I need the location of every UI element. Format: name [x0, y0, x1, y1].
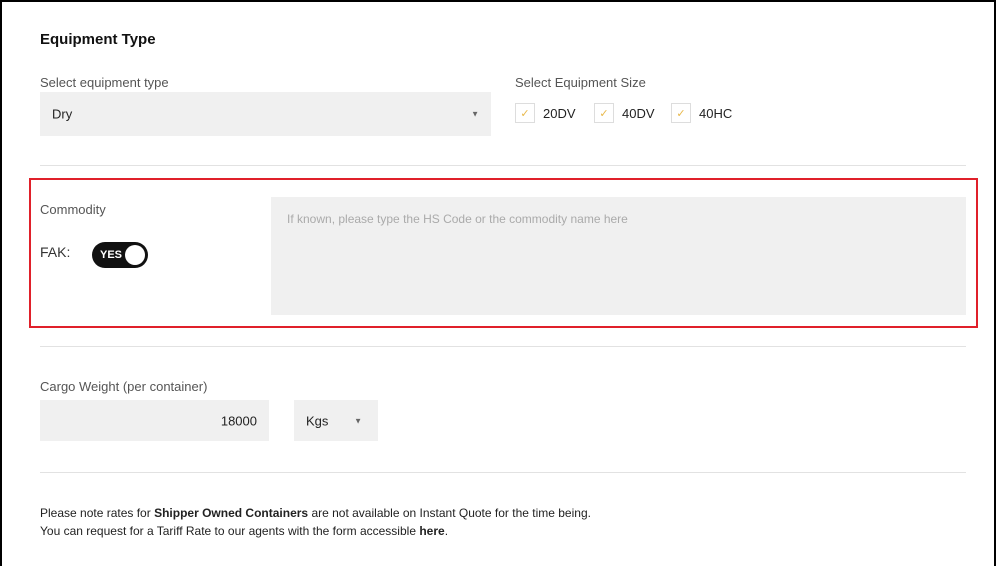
chevron-down-icon: ▼	[471, 109, 479, 119]
divider	[40, 472, 966, 473]
fak-label: FAK:	[40, 244, 71, 260]
cargo-weight-input[interactable]: 18000	[40, 400, 269, 441]
weight-unit-select[interactable]: Kgs ▼	[294, 400, 378, 441]
chevron-down-icon: ▼	[354, 416, 362, 425]
size-option-40dv[interactable]: ✓ 40DV	[594, 103, 655, 123]
note-text: .	[444, 524, 449, 538]
cargo-weight-label: Cargo Weight (per container)	[40, 379, 208, 394]
section-title-equipment: Equipment Type	[40, 31, 156, 48]
size-option-20dv[interactable]: ✓ 20DV	[515, 103, 576, 123]
note-text: are not available on Instant Quote for t…	[308, 506, 591, 520]
commodity-input[interactable]: If known, please type the HS Code or the…	[271, 197, 966, 315]
check-icon: ✓	[676, 107, 686, 120]
note-bold-text: Shipper Owned Containers	[154, 506, 309, 520]
divider	[40, 165, 966, 166]
size-label-20dv: 20DV	[543, 105, 576, 121]
equipment-size-label: Select Equipment Size	[515, 75, 646, 90]
check-icon: ✓	[599, 107, 609, 120]
note-line-2: You can request for a Tariff Rate to our…	[40, 524, 448, 538]
equipment-type-select[interactable]: Dry ▼	[40, 92, 491, 136]
weight-unit-value: Kgs	[306, 413, 329, 428]
equipment-type-value: Dry	[52, 106, 73, 122]
check-icon: ✓	[520, 107, 530, 120]
equipment-type-label: Select equipment type	[40, 75, 169, 90]
fak-toggle-label: YES	[100, 249, 123, 261]
toggle-knob	[125, 245, 145, 265]
note-text: You can request for a Tariff Rate to our…	[40, 524, 420, 538]
here-link[interactable]: here	[419, 524, 444, 538]
checkbox-20dv[interactable]: ✓	[515, 103, 535, 123]
checkbox-40dv[interactable]: ✓	[594, 103, 614, 123]
note-text: Please note rates for	[40, 506, 155, 520]
note-line-1: Please note rates for Shipper Owned Cont…	[40, 506, 591, 520]
divider	[40, 346, 966, 347]
checkbox-40hc[interactable]: ✓	[671, 103, 691, 123]
size-label-40dv: 40DV	[622, 105, 655, 121]
size-option-40hc[interactable]: ✓ 40HC	[671, 103, 732, 123]
size-label-40hc: 40HC	[699, 105, 733, 121]
commodity-label: Commodity	[40, 202, 106, 217]
fak-toggle[interactable]: YES	[92, 242, 148, 268]
cargo-weight-value: 18000	[220, 413, 257, 428]
commodity-placeholder: If known, please type the HS Code or the…	[287, 212, 628, 226]
